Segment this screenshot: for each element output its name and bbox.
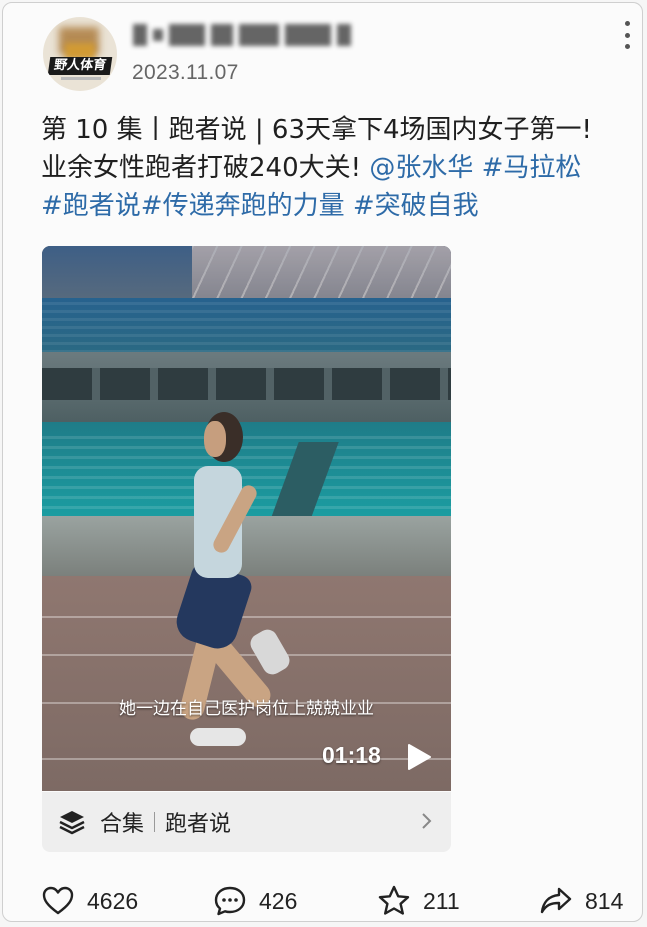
post-body-text: 业余女性跑者打破240大关!: [41, 153, 370, 183]
play-icon[interactable]: [406, 743, 432, 771]
hashtag-runners-say[interactable]: #跑者说: [41, 191, 141, 221]
action-bar: 4626 426 211 814: [3, 875, 647, 927]
hashtag-break-through[interactable]: #突破自我: [345, 191, 479, 221]
post-title-line: 第 10 集丨跑者说 | 63天拿下4场国内女子第一!: [41, 115, 592, 145]
video-duration: 01:18: [322, 742, 381, 768]
runner-shoe: [190, 728, 246, 746]
share-button[interactable]: 814: [539, 875, 623, 927]
runner-face: [204, 421, 226, 457]
post-card: 野人体育 2023.11.07 第 10 集丨跑者说 | 63天拿下4场国内女子…: [2, 2, 643, 922]
avatar-logo-text: 野人体育: [47, 57, 113, 75]
post-text: 第 10 集丨跑者说 | 63天拿下4场国内女子第一! 业余女性跑者打破240大…: [41, 111, 631, 225]
favorite-count: 211: [423, 887, 460, 914]
comment-count: 426: [259, 887, 298, 914]
post-body-line: 业余女性跑者打破240大关! @张水华 #马拉松: [41, 149, 631, 187]
track-wall: [42, 516, 451, 578]
upper-seat-rows: [42, 302, 451, 352]
share-icon: [540, 887, 572, 914]
collection-divider: [154, 812, 156, 832]
lane-line: [42, 654, 451, 656]
stadium-windows: [42, 368, 451, 400]
lane-line: [42, 616, 451, 618]
chevron-right-icon: [422, 813, 432, 829]
favorite-button[interactable]: 211: [377, 875, 460, 927]
video-player[interactable]: 她一边在自己医护岗位上兢兢业业 01:18: [42, 246, 451, 791]
video-subtitle: 她一边在自己医护岗位上兢兢业业: [119, 699, 374, 719]
roof-structure: [192, 246, 451, 302]
hashtag-running-power[interactable]: #传递奔跑的力量: [141, 191, 345, 221]
like-button[interactable]: 4626: [41, 875, 138, 927]
heart-icon: [42, 886, 74, 915]
star-icon: [378, 885, 410, 915]
mention-link[interactable]: @张水华: [369, 153, 473, 183]
like-count: 4626: [87, 887, 139, 914]
hashtag-marathon[interactable]: #马拉松: [473, 153, 582, 183]
comment-icon: [214, 886, 246, 916]
collection-bar[interactable]: 合集 跑者说: [42, 792, 451, 852]
avatar-logo-sub: [61, 77, 101, 80]
username-redacted[interactable]: [133, 17, 373, 53]
more-options-icon[interactable]: [617, 21, 637, 49]
avatar[interactable]: 野人体育: [43, 17, 117, 91]
post-date: 2023.11.07: [132, 61, 239, 84]
share-count: 814: [585, 887, 624, 914]
collection-name: 跑者说: [165, 812, 232, 837]
post-tags-line: #跑者说#传递奔跑的力量 #突破自我: [41, 187, 631, 225]
comment-button[interactable]: 426: [213, 875, 297, 927]
lane-line: [42, 758, 451, 760]
layers-icon: [59, 811, 85, 835]
collection-label: 合集: [100, 812, 145, 837]
